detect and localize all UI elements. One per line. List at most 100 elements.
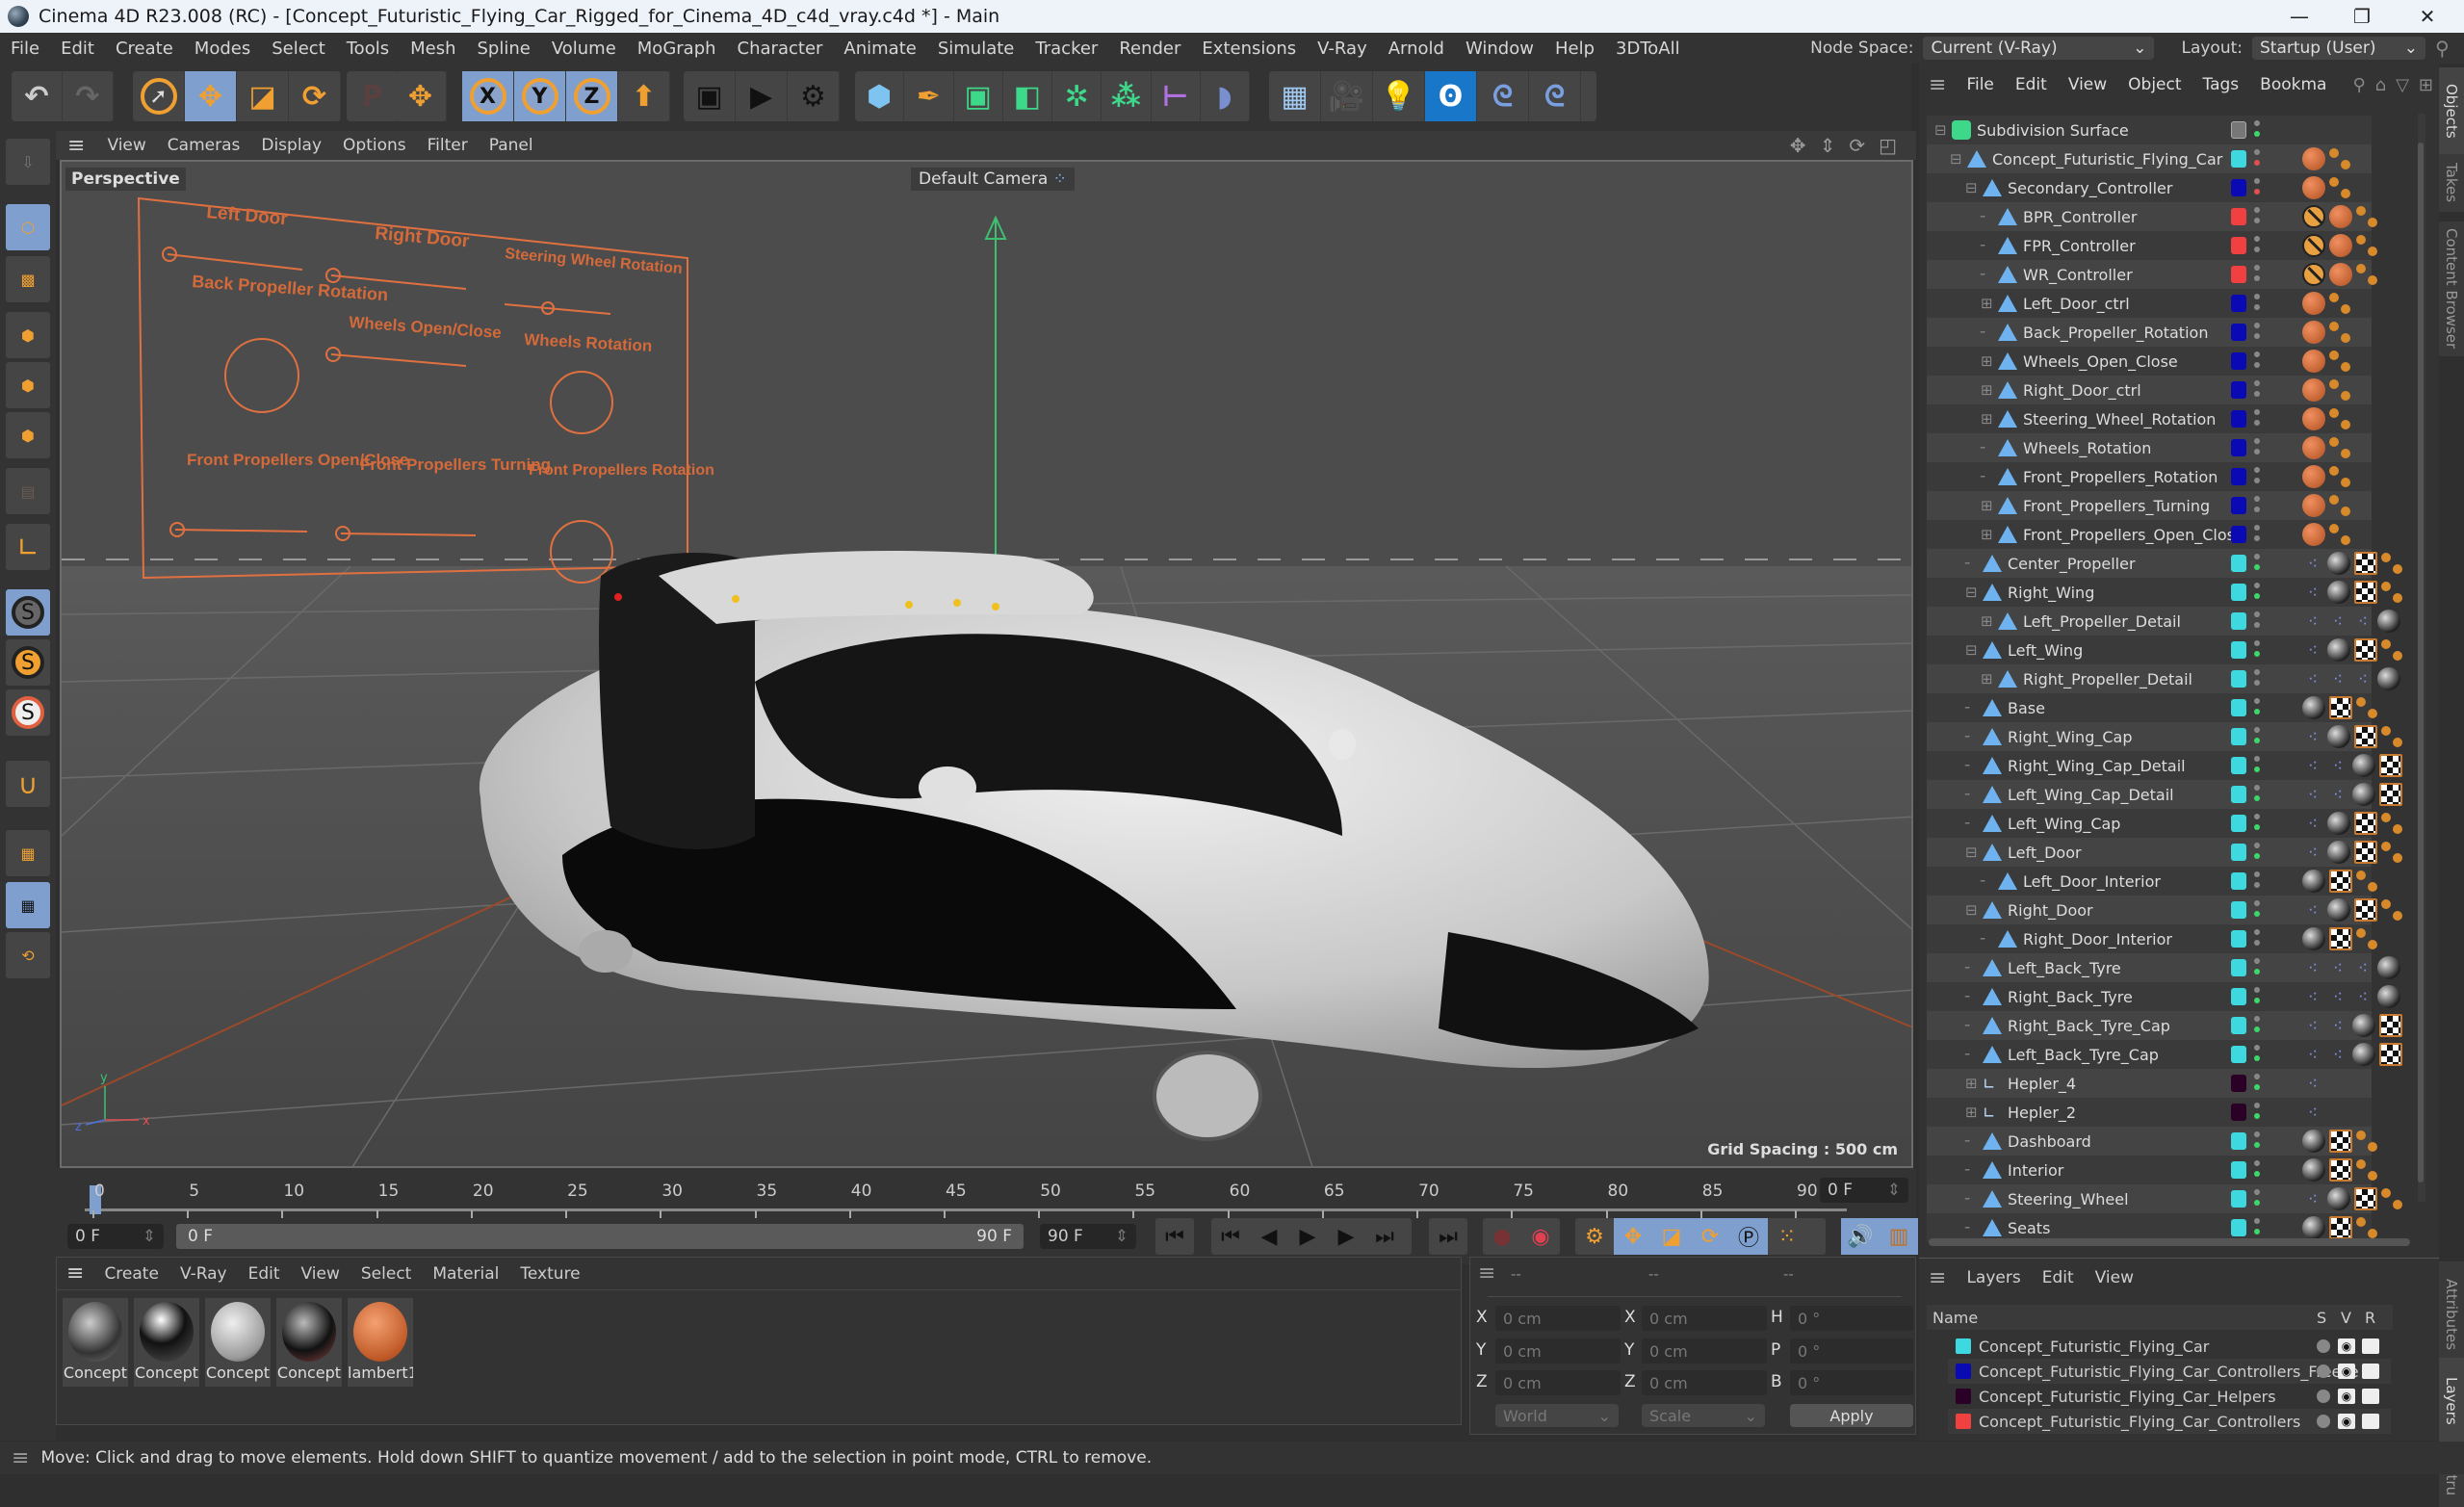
layer-row[interactable]: Concept_Futuristic_Flying_Car_Controller… [1948, 1409, 2391, 1434]
texture-tag-icon[interactable] [2354, 1187, 2377, 1210]
pos-z-input[interactable]: 0 cm [1495, 1370, 1621, 1395]
view-name-label[interactable]: Perspective [65, 168, 186, 191]
xpresso-tag-icon[interactable]: ⁖ [2302, 1014, 2323, 1037]
z-axis-lock-icon[interactable]: Z [566, 71, 618, 121]
layer-color-swatch[interactable] [2231, 1104, 2246, 1121]
visibility-dots[interactable] [2254, 294, 2260, 313]
menu-file[interactable]: File [0, 39, 50, 59]
xpresso-tag-icon[interactable]: ⁖ [2302, 985, 2323, 1008]
size-z-input[interactable]: 0 cm [1642, 1370, 1767, 1395]
object-row[interactable]: ⊞ Left_Propeller_Detail ⁖ ⁖ ⁖ [1927, 607, 2400, 636]
phong-tag-icon[interactable] [2356, 1159, 2377, 1181]
magnet-icon[interactable]: ∪ [6, 761, 50, 807]
xpresso-tag-icon[interactable]: ⁖ [2302, 581, 2323, 604]
deformer-icon[interactable]: ⊢ [1152, 71, 1201, 121]
object-row[interactable]: ⊞ Right_Propeller_Detail ⁖ ⁖ ⁖ [1927, 664, 2400, 693]
pan-icon[interactable]: ✥ [1790, 134, 1806, 157]
visibility-dots[interactable] [2254, 669, 2260, 689]
menu-select[interactable]: Select [261, 39, 336, 59]
previous-frame-icon[interactable]: ◀ [1250, 1218, 1288, 1255]
menu-render[interactable]: Render [1108, 39, 1191, 59]
phong-tag-icon[interactable] [2381, 582, 2402, 603]
move-tool-icon[interactable]: ✥ [185, 71, 237, 121]
object-scrollbar[interactable] [2418, 114, 2425, 1202]
protection-tag-icon[interactable] [2302, 263, 2325, 286]
eye-icon[interactable]: ◉ [2338, 1414, 2355, 1429]
phong-tag-icon[interactable] [2381, 553, 2402, 574]
visibility-dots[interactable] [2254, 120, 2260, 140]
viewport-menu-options[interactable]: Options [332, 136, 417, 155]
object-row[interactable]: ╴ Right_Back_Tyre_Cap ⁖ ⁖ [1927, 1011, 2402, 1040]
next-frame-icon[interactable]: ▶ [1327, 1218, 1365, 1255]
render-picture-viewer-icon[interactable]: ▶ [736, 71, 788, 121]
phong-tag-icon[interactable] [2329, 524, 2350, 545]
phong-tag-icon[interactable] [2356, 264, 2377, 285]
visibility-dots[interactable] [2254, 1131, 2260, 1151]
material-tag-icon[interactable] [2352, 783, 2375, 806]
material-tag-icon[interactable] [2377, 985, 2400, 1008]
expand-toggle-icon[interactable]: ⊞ [1981, 670, 1998, 688]
col-solo[interactable]: S [2317, 1309, 2326, 1327]
visibility-dots[interactable] [2254, 640, 2260, 660]
xpresso-tag-icon[interactable]: ⁖ [2327, 783, 2348, 806]
layer-color-swatch[interactable] [2231, 526, 2246, 543]
layer-color-swatch[interactable] [1956, 1389, 1971, 1404]
object-menu-bookma[interactable]: Bookma [2249, 75, 2337, 94]
col-visible[interactable]: V [2341, 1309, 2351, 1327]
eye-icon[interactable]: ◉ [2338, 1389, 2355, 1404]
phong-tag-icon[interactable] [2381, 726, 2402, 747]
phong-tag-icon[interactable] [2329, 322, 2350, 343]
layer-color-swatch[interactable] [2231, 555, 2246, 572]
vray-icon[interactable]: ʘ [1425, 71, 1477, 121]
material-tag-icon[interactable] [2302, 147, 2325, 170]
object-row[interactable]: ╴ Center_Propeller ⁖ [1927, 549, 2402, 578]
phong-tag-icon[interactable] [2329, 437, 2350, 458]
select-tool-icon[interactable]: ➚ [133, 71, 185, 121]
render-settings-icon[interactable]: ⚙ [788, 71, 840, 121]
material-menu-view[interactable]: View [291, 1264, 350, 1284]
phong-tag-icon[interactable] [2329, 408, 2350, 429]
play-icon[interactable]: ▶ [1288, 1218, 1327, 1255]
xpresso-tag-icon[interactable]: ⁖ [2352, 610, 2373, 633]
layer-color-swatch[interactable] [2231, 468, 2246, 485]
material-tag-icon[interactable] [2352, 1043, 2375, 1066]
texture-tag-icon[interactable] [2379, 1043, 2402, 1066]
frame-range-slider[interactable]: 0 F 90 F [176, 1224, 1024, 1249]
menu-modes[interactable]: Modes [184, 39, 261, 59]
visibility-dots[interactable] [2254, 467, 2260, 486]
end-frame-field[interactable]: 90 F ⇕ [1040, 1224, 1136, 1249]
key-rotation-icon[interactable]: ⟳ [1691, 1218, 1729, 1255]
workplane-snap-icon[interactable]: S [6, 689, 50, 736]
material-tag-icon[interactable] [2302, 523, 2325, 546]
visibility-dots[interactable] [2254, 1016, 2260, 1035]
object-row[interactable]: ╴ Right_Wing_Cap_Detail ⁖ ⁖ [1927, 751, 2402, 780]
expand-toggle-icon[interactable]: ⊞ [1965, 1104, 1983, 1121]
object-row[interactable]: ╴ Wheels_Rotation [1927, 433, 2372, 462]
material-menu-texture[interactable]: Texture [509, 1264, 590, 1284]
home-icon[interactable]: ⌂ [2375, 75, 2386, 95]
texture-tag-icon[interactable] [2329, 1130, 2352, 1153]
xpresso-tag-icon[interactable]: ⁖ [2302, 1072, 2323, 1095]
object-row[interactable]: ╴ BPR_Controller [1927, 202, 2377, 231]
object-row[interactable]: ╴ Left_Door_Interior [1927, 867, 2377, 896]
xpresso-tag-icon[interactable]: ⁖ [2302, 610, 2323, 633]
layer-menu-edit[interactable]: Edit [2032, 1268, 2085, 1287]
visibility-dots[interactable] [2254, 323, 2260, 342]
object-horizontal-scrollbar[interactable] [1929, 1238, 2410, 1246]
object-row[interactable]: ╴ Left_Wing_Cap_Detail ⁖ ⁖ [1927, 780, 2402, 809]
xpresso-tag-icon[interactable]: ⁖ [2302, 754, 2323, 777]
side-tab-content-browser[interactable]: Content Browser [2439, 221, 2464, 356]
hamburger-menu-icon[interactable]: ≡ [1478, 1261, 1495, 1286]
col-render[interactable]: R [2365, 1309, 2375, 1327]
material-tag-icon[interactable] [2327, 898, 2350, 922]
layer-row[interactable]: Concept_Futuristic_Flying_Car_Helpers ◉ [1948, 1384, 2391, 1409]
python-icon[interactable]: ᘓ [1477, 71, 1529, 121]
texture-tag-icon[interactable] [2354, 725, 2377, 748]
visibility-dots[interactable] [2254, 149, 2260, 169]
material-tag-icon[interactable] [2302, 407, 2325, 430]
scale-tool-icon[interactable]: ◪ [237, 71, 289, 121]
material-tag-icon[interactable] [2302, 292, 2325, 315]
side-tab-layers[interactable]: Layers [2439, 1358, 2464, 1444]
xpresso-tag-icon[interactable]: ⁖ [2302, 812, 2323, 835]
visibility-dots[interactable] [2254, 1160, 2260, 1180]
